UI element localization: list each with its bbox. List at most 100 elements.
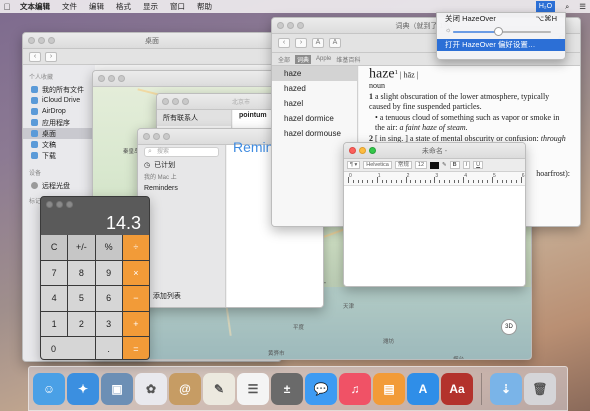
document-body[interactable] <box>344 186 525 286</box>
dock-downloads-icon[interactable]: ⇣ <box>490 372 522 405</box>
tab-wikipedia[interactable]: 维基百科 <box>336 55 360 64</box>
list-reminders[interactable]: Reminders <box>138 183 225 194</box>
font-size-dropdown[interactable]: 12 <box>414 161 428 169</box>
minimize-button[interactable] <box>153 133 160 140</box>
quit-hazeover-item[interactable]: 关闭 HazeOver ⌥⌘H <box>437 13 565 25</box>
sidebar-item-documents[interactable]: 文稿 <box>23 139 95 150</box>
word-item[interactable]: hazel dormice <box>272 111 357 126</box>
close-button[interactable] <box>143 133 150 140</box>
word-item[interactable]: haze <box>272 66 357 81</box>
sidebar-item-airdrop[interactable]: AirDrop <box>23 106 95 117</box>
ruler[interactable]: 0 1 2 3 4 5 6 <box>344 172 525 186</box>
font-family-dropdown[interactable]: Helvetica <box>363 161 392 169</box>
dock-finder-icon[interactable]: ☺ <box>33 372 65 405</box>
tab-dictionary[interactable]: 词典 <box>295 54 312 64</box>
key-percent-button[interactable]: % <box>95 235 122 260</box>
back-button[interactable]: ‹ <box>278 38 290 48</box>
tab-apple[interactable]: Apple <box>316 56 331 62</box>
key-clear-button[interactable]: C <box>41 235 68 260</box>
close-button[interactable] <box>162 98 169 105</box>
key-eight-button[interactable]: 8 <box>68 260 95 285</box>
underline-button[interactable]: U <box>473 161 484 169</box>
tab-all[interactable]: 全部 <box>278 55 290 64</box>
dock-dictionary-icon[interactable]: Aa <box>441 372 473 405</box>
bold-button[interactable]: B <box>449 161 460 169</box>
word-item[interactable]: hazed <box>272 81 357 96</box>
sidebar-item-desktop[interactable]: 桌面 <box>23 128 95 139</box>
sidebar-item-all-files[interactable]: 我的所有文件 <box>23 84 95 95</box>
key-plus-button[interactable]: + <box>122 311 149 336</box>
key-multiply-button[interactable]: × <box>122 260 149 285</box>
key-six-button[interactable]: 6 <box>95 286 122 311</box>
dock-textedit-icon[interactable]: ✎ <box>203 372 235 405</box>
menu-view[interactable]: 显示 <box>137 1 164 12</box>
dock-preview-icon[interactable]: ▣ <box>101 372 133 405</box>
dock-ibooks-icon[interactable]: ▤ <box>373 372 405 405</box>
key-minus-button[interactable]: − <box>122 286 149 311</box>
word-item[interactable]: hazel dormouse <box>272 126 357 141</box>
menu-help[interactable]: 帮助 <box>191 1 218 12</box>
reminders-search-input[interactable]: 搜索 <box>144 147 219 157</box>
minimize-button[interactable] <box>172 98 179 105</box>
sidebar-item-downloads[interactable]: 下载 <box>23 150 95 161</box>
contacts-group-header[interactable]: 所有联系人 <box>157 110 231 126</box>
minimize-button[interactable] <box>56 201 63 208</box>
contacts-titlebar[interactable]: 北京市 <box>157 94 285 110</box>
key-decimal-button[interactable]: . <box>95 337 122 359</box>
menu-app-name[interactable]: 文本编辑 <box>14 1 56 12</box>
finder-titlebar[interactable]: 桌面 <box>23 33 281 49</box>
key-five-button[interactable]: 5 <box>68 286 95 311</box>
font-smaller-button[interactable]: A <box>312 38 324 48</box>
3d-button[interactable]: 3D <box>501 319 517 335</box>
dock-calculator-icon[interactable]: ± <box>271 372 303 405</box>
sidebar-item-remote-disc[interactable]: 远程光盘 <box>23 180 95 191</box>
slider-knob[interactable] <box>494 27 503 36</box>
sidebar-item-applications[interactable]: 应用程序 <box>23 117 95 128</box>
dock-music-icon[interactable]: ♫ <box>339 372 371 405</box>
menu-file[interactable]: 文件 <box>56 1 83 12</box>
notification-center-icon[interactable]: ☰ <box>579 2 586 11</box>
haze-intensity-slider[interactable]: ☼ <box>445 25 557 39</box>
word-item[interactable]: hazel <box>272 96 357 111</box>
contacts-search-input[interactable]: 北京市 <box>232 97 250 106</box>
dock-trash-icon[interactable]: 🗑 <box>524 372 556 405</box>
forward-button[interactable]: › <box>295 38 307 48</box>
menu-window[interactable]: 窗口 <box>164 1 191 12</box>
dock-safari-icon[interactable]: ✦ <box>67 372 99 405</box>
key-seven-button[interactable]: 7 <box>41 260 68 285</box>
font-larger-button[interactable]: A <box>329 38 341 48</box>
key-one-button[interactable]: 1 <box>41 311 68 336</box>
dock-messages-icon[interactable]: 💬 <box>305 372 337 405</box>
key-zero-button[interactable]: 0 <box>41 337 95 359</box>
apple-menu-icon[interactable]:  <box>0 2 14 12</box>
dock-reminders-icon[interactable]: ☰ <box>237 372 269 405</box>
forward-button[interactable]: › <box>45 51 57 62</box>
close-button[interactable] <box>46 201 53 208</box>
list-scheduled[interactable]: ◷ 已计划 <box>138 159 225 170</box>
key-four-button[interactable]: 4 <box>41 286 68 311</box>
highlight-color-icon[interactable]: ✎ <box>442 162 447 168</box>
open-preferences-item[interactable]: 打开 HazeOver 偏好设置… <box>437 39 565 51</box>
menu-format[interactable]: 格式 <box>110 1 137 12</box>
zoom-button[interactable] <box>163 133 170 140</box>
spotlight-icon[interactable]: ⌕ <box>565 2 569 12</box>
key-two-button[interactable]: 2 <box>68 311 95 336</box>
hazeover-status-icon[interactable]: H₂O <box>535 0 556 13</box>
zoom-button[interactable] <box>182 98 189 105</box>
italic-button[interactable]: I <box>462 161 471 169</box>
key-sign-button[interactable]: +/- <box>68 235 95 260</box>
key-three-button[interactable]: 3 <box>95 311 122 336</box>
paragraph-style-dropdown[interactable]: ¶ ▾ <box>347 161 361 169</box>
dock-contacts-icon[interactable]: @ <box>169 372 201 405</box>
dock-photos-icon[interactable]: ✿ <box>135 372 167 405</box>
key-equals-button[interactable]: = <box>122 337 149 359</box>
sidebar-item-icloud[interactable]: iCloud Drive <box>23 95 95 106</box>
text-color-swatch[interactable] <box>430 161 440 169</box>
key-divide-button[interactable]: ÷ <box>122 235 149 260</box>
menu-edit[interactable]: 编辑 <box>83 1 110 12</box>
dock-app-store-icon[interactable]: A <box>407 372 439 405</box>
font-style-dropdown[interactable]: 常规 <box>394 161 412 169</box>
back-button[interactable]: ‹ <box>29 51 41 62</box>
zoom-button[interactable] <box>66 201 73 208</box>
textedit-titlebar[interactable]: 未命名 - <box>344 143 525 159</box>
